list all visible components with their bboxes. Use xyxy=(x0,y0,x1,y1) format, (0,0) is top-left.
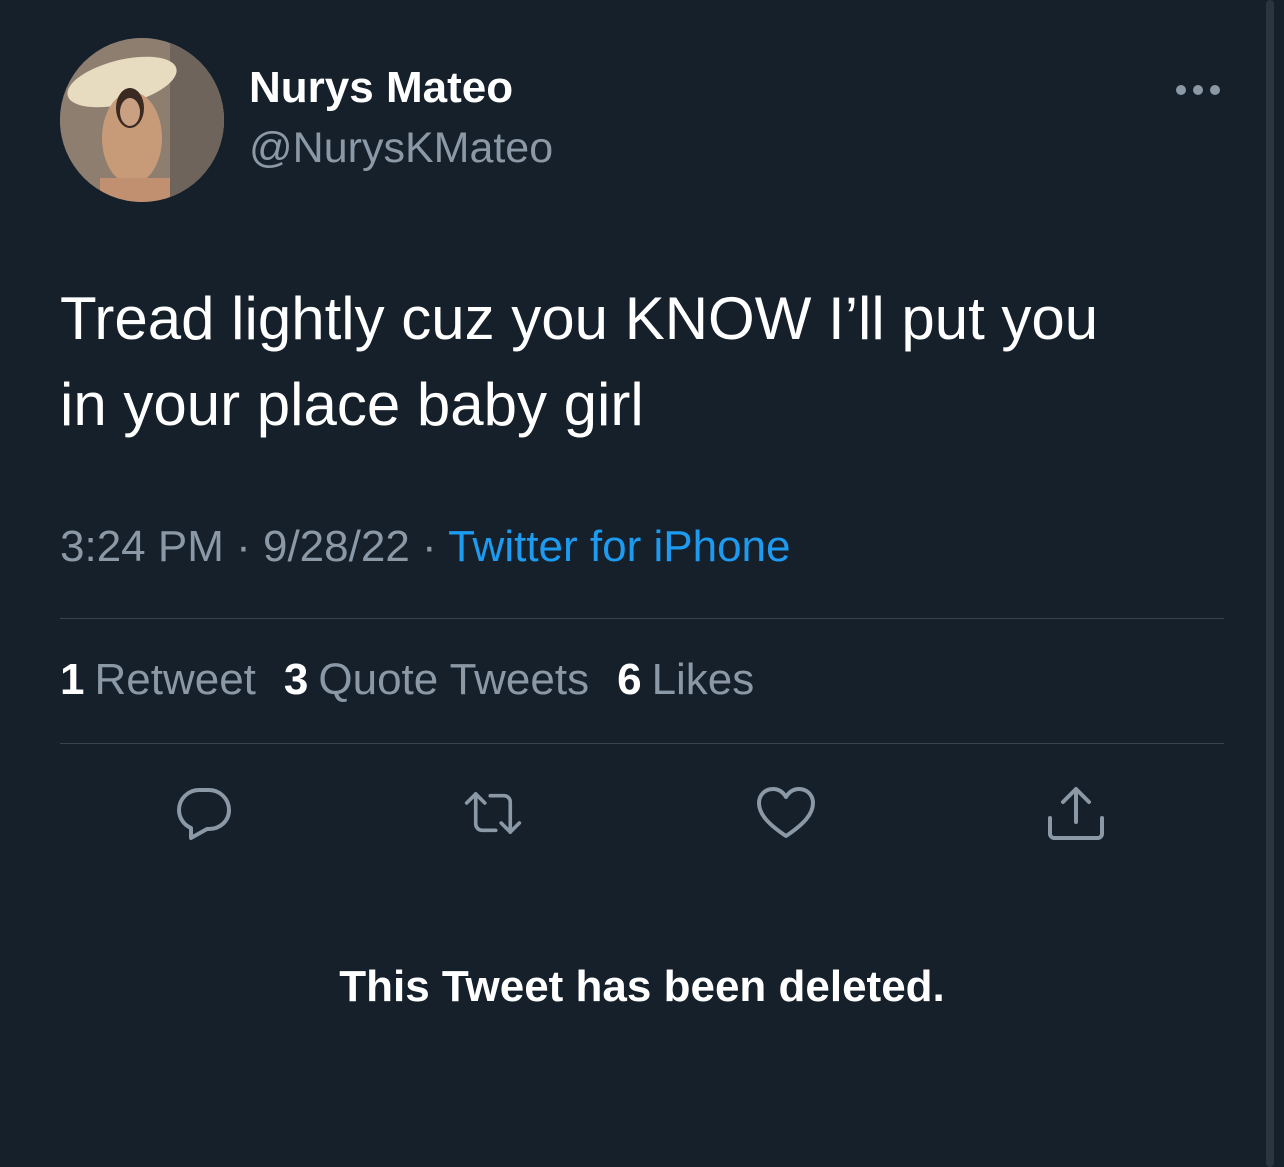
tweet-text-line: in your place baby girl xyxy=(60,371,644,438)
more-options-button[interactable] xyxy=(1170,72,1226,108)
reply-icon xyxy=(177,788,231,840)
deleted-tweet-notice: This Tweet has been deleted. xyxy=(339,962,945,1011)
retweets-count: 1 xyxy=(60,655,85,704)
meta-separator: · xyxy=(223,522,263,571)
display-name[interactable]: Nurys Mateo xyxy=(249,63,513,113)
avatar[interactable] xyxy=(60,38,224,202)
quote-tweets-label: Quote Tweets xyxy=(318,655,590,704)
like-button[interactable] xyxy=(756,783,816,843)
retweets-stat[interactable]: 1 Retweet xyxy=(60,655,256,705)
meta-separator: · xyxy=(409,522,449,571)
divider xyxy=(60,743,1224,744)
share-icon xyxy=(1048,787,1104,840)
likes-label: Likes xyxy=(651,655,755,704)
tweet-text: Tread lightly cuz you KNOW I’ll put you … xyxy=(60,276,1230,448)
like-icon xyxy=(757,787,815,838)
tweet-date[interactable]: 9/28/22 xyxy=(263,522,410,571)
retweet-button[interactable] xyxy=(463,783,523,843)
retweets-label: Retweet xyxy=(94,655,256,704)
tweet-time[interactable]: 3:24 PM xyxy=(60,522,224,571)
tweet-source-link[interactable]: Twitter for iPhone xyxy=(448,522,790,571)
likes-count: 6 xyxy=(617,655,642,704)
quote-tweets-stat[interactable]: 3 Quote Tweets xyxy=(284,655,589,705)
more-icon xyxy=(1176,85,1220,95)
divider xyxy=(60,618,1224,619)
retweet-icon xyxy=(464,792,522,834)
user-handle[interactable]: @NurysKMateo xyxy=(249,124,553,173)
tweet-stats: 1 Retweet 3 Quote Tweets 6 Likes xyxy=(60,655,754,705)
share-button[interactable] xyxy=(1046,783,1106,843)
tweet-metadata: 3:24 PM · 9/28/22 · Twitter for iPhone xyxy=(60,522,790,572)
quote-tweets-count: 3 xyxy=(283,655,309,704)
reply-button[interactable] xyxy=(174,783,234,843)
likes-stat[interactable]: 6 Likes xyxy=(617,655,754,705)
tweet-text-line: Tread lightly cuz you KNOW I’ll put you xyxy=(60,285,1099,352)
